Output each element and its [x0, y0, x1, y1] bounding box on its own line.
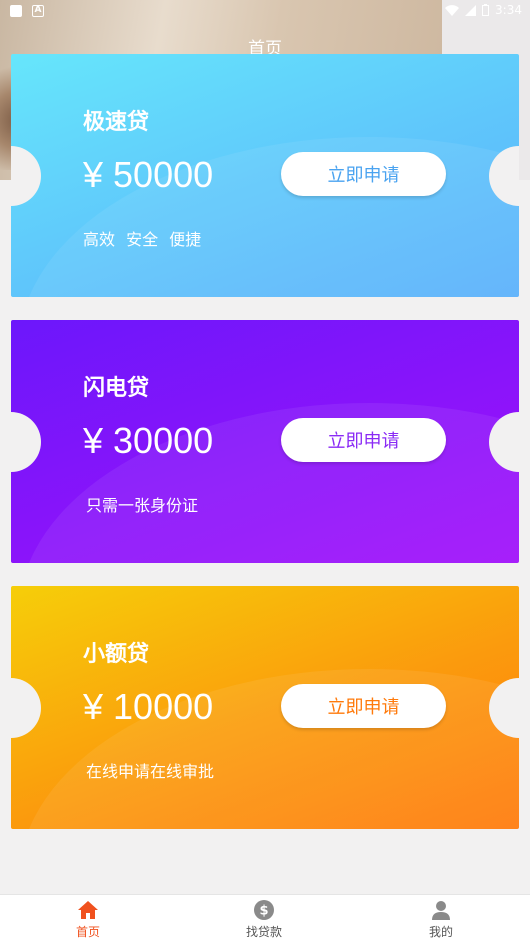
nav-label: 首页	[75, 925, 100, 939]
loan-name: 闪电贷	[83, 376, 150, 401]
loan-card-3: 小额贷 ¥ 10000 立即申请 在线申请在线审批	[11, 586, 519, 829]
notification-a-icon: A	[32, 5, 44, 17]
loan-description: 在线申请在线审批	[86, 762, 215, 781]
loan-description: 只需一张身份证	[86, 496, 199, 515]
loan-name: 极速贷	[83, 110, 150, 135]
ticket-notch-left	[11, 678, 41, 738]
loan-card-1: 极速贷 ¥ 50000 立即申请 高效 安全 便捷	[11, 54, 519, 297]
bottom-nav: 首页 $ 找贷款 我的	[0, 894, 530, 944]
nav-item-home[interactable]: 首页	[0, 895, 176, 944]
apply-button[interactable]: 立即申请	[281, 152, 446, 196]
nav-item-find-loan[interactable]: $ 找贷款	[176, 895, 352, 944]
apply-button[interactable]: 立即申请	[281, 418, 446, 462]
ticket-notch-left	[11, 412, 41, 472]
user-icon	[432, 901, 450, 920]
ticket-notch-right	[489, 146, 519, 206]
battery-icon	[482, 4, 490, 16]
svg-text:$: $	[259, 904, 268, 919]
loan-amount: ¥ 30000	[83, 420, 214, 461]
ticket-notch-right	[489, 412, 519, 472]
signal-icon	[465, 4, 477, 16]
loan-amount: ¥ 10000	[83, 686, 214, 727]
home-icon	[78, 901, 98, 919]
status-time: 3:34	[495, 3, 522, 17]
apply-button[interactable]: 立即申请	[281, 684, 446, 728]
nav-label: 我的	[428, 925, 453, 939]
ticket-notch-left	[11, 146, 41, 206]
notification-icons: A	[10, 5, 44, 17]
loan-description: 高效 安全 便捷	[83, 230, 202, 249]
loan-card-2: 闪电贷 ¥ 30000 立即申请 只需一张身份证	[11, 320, 519, 563]
nav-label: 找贷款	[245, 925, 282, 939]
nav-item-mine[interactable]: 我的	[352, 895, 530, 944]
ticket-notch-right	[489, 678, 519, 738]
loan-amount: ¥ 50000	[83, 154, 214, 195]
wifi-icon	[445, 4, 460, 16]
loan-name: 小额贷	[83, 642, 150, 667]
status-right: 3:34	[445, 3, 522, 17]
notification-square-icon	[10, 5, 22, 17]
status-bar: A 3:34	[0, 0, 530, 22]
dollar-coin-icon: $	[254, 900, 274, 920]
